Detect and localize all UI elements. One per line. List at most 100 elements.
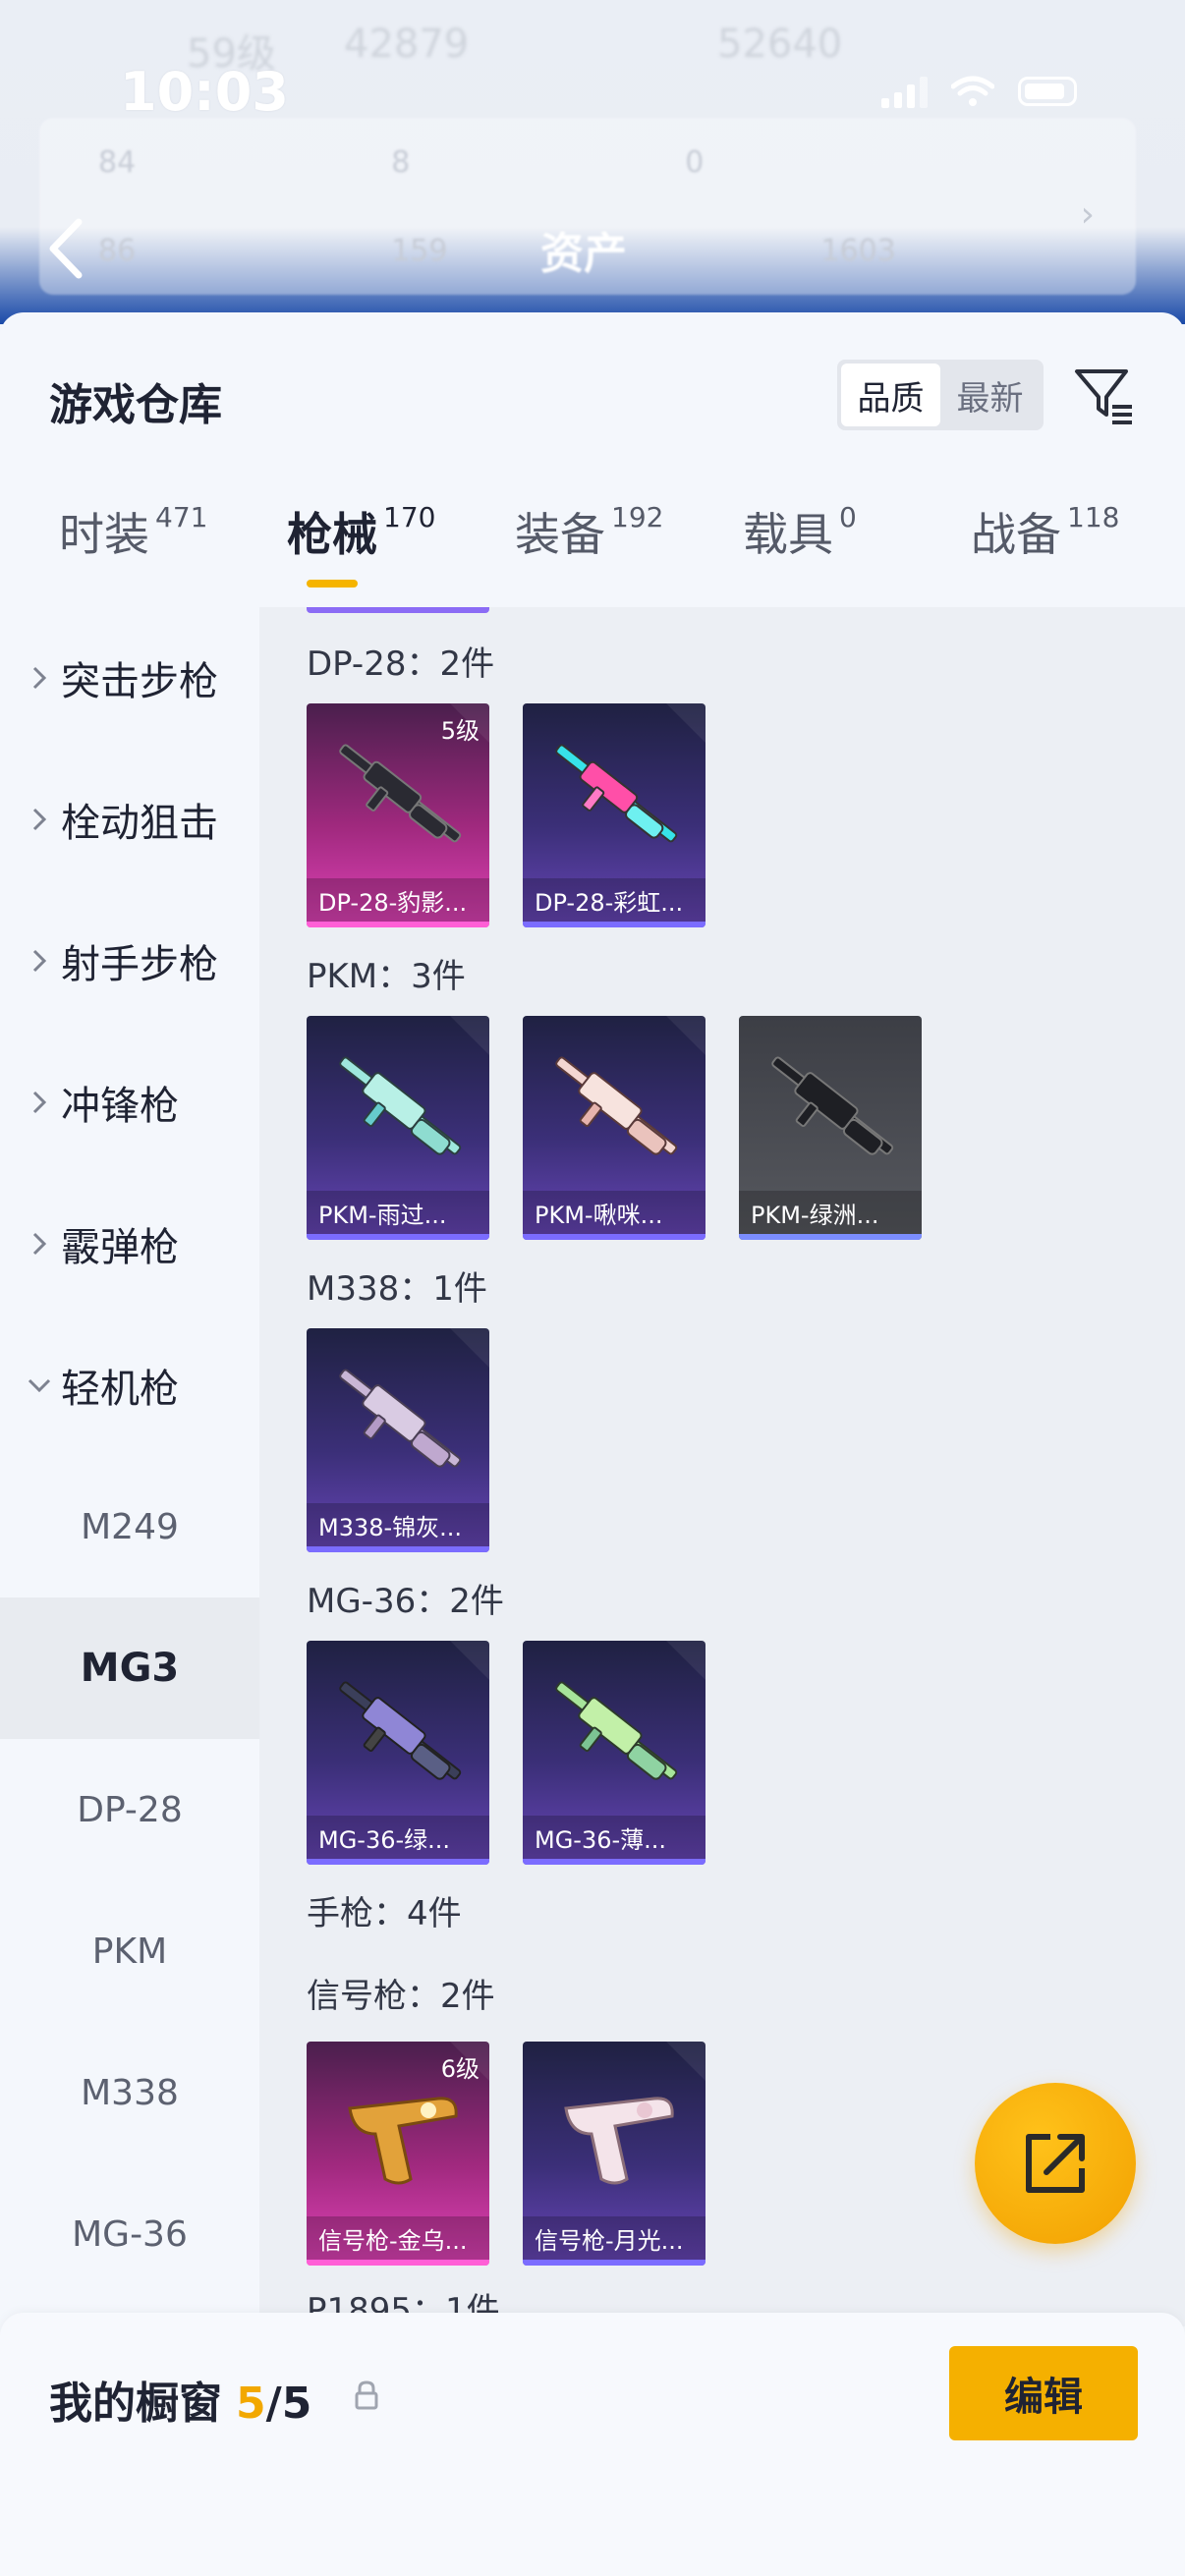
weapon-card[interactable]: 信号枪-月光...	[523, 2042, 705, 2266]
edit-button[interactable]: 编辑	[949, 2346, 1138, 2440]
lmg-icon	[555, 1681, 678, 1780]
active-tab-indicator	[307, 580, 358, 588]
rarity-bar	[307, 2260, 489, 2266]
weapon-card[interactable]: PKM-绿洲...	[739, 1016, 922, 1240]
rarity-bar	[523, 2260, 705, 2266]
bg-score-2: 52640	[717, 22, 843, 67]
rarity-bar	[307, 922, 489, 927]
chevron-right-icon	[22, 943, 57, 979]
sort-quality-button[interactable]: 品质	[841, 364, 940, 426]
flare-gun-icon	[564, 2097, 674, 2185]
bg-stat: 159	[391, 234, 448, 268]
tab-fashion[interactable]: 时装 471	[59, 499, 207, 564]
bg-score: 42879	[344, 22, 470, 67]
weapon-card[interactable]: DP-28-彩虹...	[523, 703, 705, 927]
rarity-bar	[523, 922, 705, 927]
item-name: PKM-雨过...	[307, 1191, 489, 1234]
item-name: DP-28-彩虹...	[523, 878, 705, 922]
lmg-icon	[771, 1056, 894, 1155]
lmg-icon	[339, 1056, 462, 1155]
sort-toggle: 品质 最新	[837, 360, 1044, 430]
chevron-right-icon: ›	[1080, 195, 1095, 235]
tab-label: 战备	[971, 508, 1061, 561]
item-name: 信号枪-月光...	[523, 2216, 705, 2260]
item-level: 6级	[440, 2055, 480, 2083]
rarity-bar	[739, 1234, 922, 1240]
category-shotgun[interactable]: 霰弹枪	[0, 1173, 259, 1315]
weapon-card[interactable]: PKM-啾咪...	[523, 1016, 705, 1240]
weapon-card[interactable]: MG-36-薄...	[523, 1641, 705, 1865]
weapon-card[interactable]: 5级 DP-28-豹影...	[307, 703, 489, 927]
warehouse-sheet: 游戏仓库 品质 最新 时装 471 枪械 170 装备 192 载具 0 战备 …	[0, 312, 1185, 2576]
showcase-label: 我的橱窗	[49, 2379, 222, 2429]
group-label: M338：1件	[307, 1269, 487, 1309]
chevron-right-icon	[22, 1226, 57, 1261]
status-time: 10:03	[120, 61, 289, 123]
share-button[interactable]	[975, 2083, 1136, 2244]
subcategory-mg36[interactable]: MG-36	[0, 2163, 259, 2305]
category-tabs: 时装 471 枪械 170 装备 192 载具 0 战备 118	[0, 499, 1185, 607]
tab-count: 170	[383, 501, 436, 533]
item-name: PKM-啾咪...	[523, 1191, 705, 1234]
rarity-bar	[307, 1859, 489, 1865]
group-label: 手枪：4件	[307, 1894, 462, 1933]
weapon-card[interactable]: M338-锦灰...	[307, 1328, 489, 1552]
bg-stat: 0	[685, 145, 705, 180]
rarity-bar	[307, 1234, 489, 1240]
filter-icon[interactable]	[1071, 364, 1136, 428]
group-label: MG-36：2件	[307, 1582, 504, 1621]
tab-count: 118	[1067, 501, 1120, 533]
tab-equipment[interactable]: 装备 192	[515, 499, 663, 564]
showcase-label-group: 我的橱窗 5 /5	[49, 2368, 311, 2431]
subcategory-mg3[interactable]: MG3	[0, 1597, 259, 1739]
bg-stat: 8	[391, 145, 411, 180]
tab-label: 载具	[743, 508, 833, 561]
bg-stat: 86	[98, 234, 137, 268]
subcategory-pkm[interactable]: PKM	[0, 1880, 259, 2022]
battery-icon	[1018, 77, 1077, 106]
showcase-total: /5	[265, 2379, 312, 2429]
chevron-down-icon	[22, 1368, 57, 1403]
category-assault-rifle[interactable]: 突击步枪	[0, 607, 259, 749]
tab-vehicles[interactable]: 载具 0	[743, 499, 857, 564]
lmg-icon	[339, 744, 462, 843]
category-label: 栓动狙击	[61, 801, 218, 846]
weapon-card[interactable]: 6级 信号枪-金乌...	[307, 2042, 489, 2266]
status-icons	[881, 75, 1077, 108]
subcategory-dp28[interactable]: DP-28	[0, 1739, 259, 1880]
weapon-card[interactable]: PKM-雨过...	[307, 1016, 489, 1240]
item-name: PKM-绿洲...	[739, 1191, 922, 1234]
sheet-title: 游戏仓库	[49, 380, 222, 430]
category-marksman-rifle[interactable]: 射手步枪	[0, 890, 259, 1032]
category-label: 轻机枪	[61, 1367, 179, 1412]
weapon-category-list: 突击步枪 栓动狙击 射手步枪 冲锋枪 霰弹枪 轻机枪 M249 MG3 DP-2…	[0, 607, 259, 2326]
category-lmg[interactable]: 轻机枪	[0, 1315, 259, 1456]
tab-count: 471	[155, 501, 208, 533]
tab-count: 192	[611, 501, 664, 533]
weapon-grid: DP-28：2件 5级 DP-28-豹影... DP-28-彩虹... PKM：…	[259, 607, 1185, 2326]
category-label: 射手步枪	[61, 942, 218, 987]
category-smg[interactable]: 冲锋枪	[0, 1032, 259, 1173]
item-level: 5级	[440, 717, 480, 745]
back-arrow-icon[interactable]	[43, 214, 92, 283]
lock-icon	[355, 2380, 378, 2410]
lmg-icon	[555, 1056, 678, 1155]
weapon-card[interactable]: MG-36-绿...	[307, 1641, 489, 1865]
bg-stats-row-2: 86 159 1603	[98, 234, 896, 268]
share-icon	[1026, 2134, 1085, 2193]
subcategory-m338[interactable]: M338	[0, 2022, 259, 2163]
tab-firearms[interactable]: 枪械 170	[287, 499, 435, 564]
category-label: 冲锋枪	[61, 1084, 179, 1129]
bg-stat: 84	[98, 145, 137, 180]
category-bolt-sniper[interactable]: 栓动狙击	[0, 749, 259, 890]
rarity-bar	[307, 1546, 489, 1552]
tab-label: 枪械	[287, 508, 377, 561]
showcase-current: 5	[236, 2379, 266, 2429]
subcategory-m249[interactable]: M249	[0, 1456, 259, 1597]
chevron-right-icon	[22, 660, 57, 696]
group-label: 信号枪：2件	[307, 1977, 495, 2016]
category-label: 突击步枪	[61, 659, 218, 704]
background-header: 59级 42879 52640 84 8 0 86 159 1603 资产 › …	[0, 0, 1185, 324]
tab-supplies[interactable]: 战备 118	[971, 499, 1119, 564]
sort-newest-button[interactable]: 最新	[940, 364, 1040, 426]
